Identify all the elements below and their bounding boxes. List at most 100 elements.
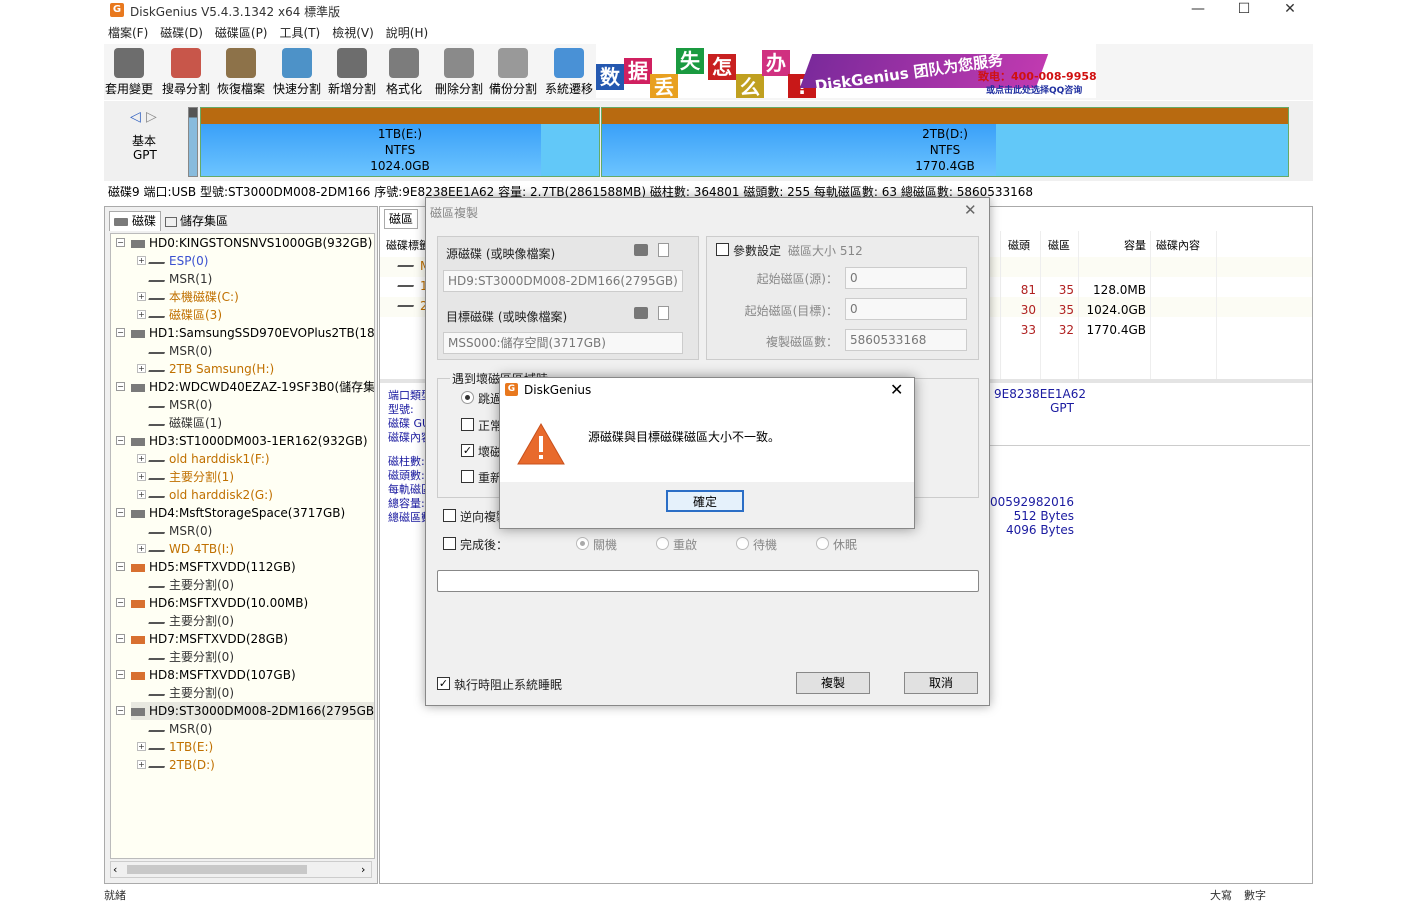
collapse-toggle[interactable]: − bbox=[116, 238, 125, 247]
target-disk-field[interactable]: MSS000:儲存空間(3717GB) bbox=[443, 332, 683, 354]
tree-partition-7[interactable]: 2TB Samsung(H:) bbox=[148, 360, 274, 378]
after-finish-checkbox[interactable] bbox=[443, 537, 456, 550]
toolbar-backup-button[interactable]: 備份分割 bbox=[488, 44, 538, 100]
tree-partition-19[interactable]: 主要分割(0) bbox=[148, 576, 234, 594]
tree-partition-1[interactable]: ESP(0) bbox=[148, 252, 208, 270]
menu-item-0[interactable]: 檔案(F) bbox=[108, 24, 148, 41]
tree-disk-26[interactable]: HD9:ST3000DM008-2DM166(2795GB bbox=[131, 702, 374, 720]
collapse-toggle[interactable]: − bbox=[116, 562, 125, 571]
tree-partition-25[interactable]: 主要分割(0) bbox=[148, 684, 234, 702]
expand-toggle[interactable]: + bbox=[137, 472, 146, 481]
dialog-close-button[interactable]: ✕ bbox=[964, 201, 977, 219]
expand-toggle[interactable]: + bbox=[137, 454, 146, 463]
maximize-button[interactable]: ☐ bbox=[1221, 0, 1267, 22]
tree-partition-12[interactable]: old harddisk1(F:) bbox=[148, 450, 270, 468]
collapse-toggle[interactable]: − bbox=[116, 436, 125, 445]
copy-button[interactable]: 複製 bbox=[796, 672, 870, 694]
expand-toggle[interactable]: + bbox=[137, 256, 146, 265]
toolbar-search-button[interactable]: 搜尋分割 bbox=[160, 44, 212, 100]
bad-checkbox[interactable]: ✓ bbox=[461, 444, 474, 457]
skip-radio[interactable] bbox=[461, 391, 474, 404]
menu-item-3[interactable]: 工具(T) bbox=[280, 24, 321, 41]
retry-checkbox[interactable] bbox=[461, 470, 474, 483]
expand-toggle[interactable]: + bbox=[137, 742, 146, 751]
tree-partition-28[interactable]: 1TB(E:) bbox=[148, 738, 213, 756]
menu-item-4[interactable]: 檢視(V) bbox=[332, 24, 374, 41]
tree-partition-6[interactable]: MSR(0) bbox=[148, 342, 212, 360]
toolbar-quick-partition-button[interactable]: 快速分割 bbox=[270, 44, 324, 100]
expand-toggle[interactable]: + bbox=[137, 364, 146, 373]
tree-disk-0[interactable]: HD0:KINGSTONSNVS1000GB(932GB) bbox=[131, 234, 372, 252]
ad-banner[interactable]: 数据丢失怎么办! DiskGenius 团队为您服务 致电：400-008-99… bbox=[596, 44, 1096, 98]
ok-button[interactable]: 確定 bbox=[666, 490, 744, 512]
select-disk-icon[interactable] bbox=[634, 244, 648, 256]
col-header-0[interactable]: 磁頭 bbox=[1008, 237, 1038, 253]
toolbar-recover-button[interactable]: 恢復檔案 bbox=[214, 44, 268, 100]
tree-partition-21[interactable]: 主要分割(0) bbox=[148, 612, 234, 630]
toolbar-new-partition-button[interactable]: 新增分割 bbox=[326, 44, 378, 100]
source-disk-field[interactable]: HD9:ST3000DM008-2DM166(2795GB) bbox=[443, 270, 683, 292]
msr-partition-block[interactable] bbox=[188, 107, 198, 177]
tree-disk-15[interactable]: HD4:MsftStorageSpace(3717GB) bbox=[131, 504, 345, 522]
toolbar-migrate-button[interactable]: 系統遷移 bbox=[544, 44, 594, 100]
expand-toggle[interactable]: + bbox=[137, 544, 146, 553]
tree-partition-2[interactable]: MSR(1) bbox=[148, 270, 212, 288]
tree-hscrollbar[interactable]: ‹ › bbox=[110, 861, 372, 878]
toolbar-delete-button[interactable]: 刪除分割 bbox=[434, 44, 484, 100]
start-source-field[interactable]: 0 bbox=[845, 267, 967, 289]
tree-partition-27[interactable]: MSR(0) bbox=[148, 720, 212, 738]
expand-toggle[interactable]: + bbox=[137, 292, 146, 301]
start-target-field[interactable]: 0 bbox=[845, 298, 967, 320]
toolbar-format-button[interactable]: 格式化 bbox=[382, 44, 426, 100]
scroll-right-icon[interactable]: › bbox=[361, 862, 365, 877]
normal-checkbox[interactable] bbox=[461, 418, 474, 431]
tab-storage-pool[interactable]: 儲存集區 bbox=[161, 213, 232, 231]
tree-partition-4[interactable]: 磁碟區(3) bbox=[148, 306, 222, 324]
collapse-toggle[interactable]: − bbox=[116, 382, 125, 391]
close-button[interactable]: ✕ bbox=[1267, 0, 1313, 22]
after-option-radio-1[interactable] bbox=[656, 537, 669, 550]
tree-disk-8[interactable]: HD2:WDCWD40EZAZ-19SF3B0(儲存集 bbox=[131, 378, 374, 396]
col-header-1[interactable]: 磁區 bbox=[1048, 237, 1078, 253]
tree-partition-13[interactable]: 主要分割(1) bbox=[148, 468, 234, 486]
select-image-file-icon[interactable] bbox=[658, 243, 669, 257]
message-box-close-button[interactable]: ✕ bbox=[890, 380, 903, 399]
tree-disk-22[interactable]: HD7:MSFTXVDD(28GB) bbox=[131, 630, 288, 648]
after-option-radio-2[interactable] bbox=[736, 537, 749, 550]
expand-toggle[interactable]: + bbox=[137, 310, 146, 319]
collapse-toggle[interactable]: − bbox=[116, 508, 125, 517]
tree-partition-23[interactable]: 主要分割(0) bbox=[148, 648, 234, 666]
after-option-radio-3[interactable] bbox=[816, 537, 829, 550]
toolbar-save-button[interactable]: 套用變更 bbox=[104, 44, 154, 100]
col-header-2[interactable]: 容量 bbox=[1086, 237, 1146, 253]
menu-item-2[interactable]: 磁碟區(P) bbox=[215, 24, 268, 41]
select-target-disk-icon[interactable] bbox=[634, 307, 648, 319]
tree-disk-24[interactable]: HD8:MSFTXVDD(107GB) bbox=[131, 666, 296, 684]
after-option-radio-0[interactable] bbox=[576, 537, 589, 550]
collapse-toggle[interactable]: − bbox=[116, 670, 125, 679]
tree-disk-11[interactable]: HD3:ST1000DM003-1ER162(932GB) bbox=[131, 432, 368, 450]
prevent-sleep-checkbox[interactable]: ✓ bbox=[437, 677, 450, 690]
collapse-toggle[interactable]: − bbox=[116, 598, 125, 607]
select-target-image-icon[interactable] bbox=[658, 306, 669, 320]
expand-toggle[interactable]: + bbox=[137, 490, 146, 499]
tree-disk-20[interactable]: HD6:MSFTXVDD(10.00MB) bbox=[131, 594, 308, 612]
reverse-copy-checkbox[interactable] bbox=[443, 509, 456, 522]
prev-disk-icon[interactable]: ◁ bbox=[130, 109, 141, 125]
tree-partition-9[interactable]: MSR(0) bbox=[148, 396, 212, 414]
collapse-toggle[interactable]: − bbox=[116, 328, 125, 337]
menu-item-5[interactable]: 說明(H) bbox=[386, 24, 428, 41]
tree-partition-10[interactable]: 磁碟區(1) bbox=[148, 414, 222, 432]
tree-disk-18[interactable]: HD5:MSFTXVDD(112GB) bbox=[131, 558, 296, 576]
tree-partition-14[interactable]: old harddisk2(G:) bbox=[148, 486, 273, 504]
menu-item-1[interactable]: 磁碟(D) bbox=[160, 24, 203, 41]
collapse-toggle[interactable]: − bbox=[116, 706, 125, 715]
tree-partition-16[interactable]: MSR(0) bbox=[148, 522, 212, 540]
minimize-button[interactable]: — bbox=[1175, 0, 1221, 22]
next-disk-icon[interactable]: ▷ bbox=[146, 109, 157, 125]
scroll-left-icon[interactable]: ‹ bbox=[113, 862, 117, 877]
tab-sectors[interactable]: 磁區 bbox=[384, 209, 419, 229]
copy-count-field[interactable]: 5860533168 bbox=[845, 329, 967, 351]
collapse-toggle[interactable]: − bbox=[116, 634, 125, 643]
tree-disk-5[interactable]: HD1:SamsungSSD970EVOPlus2TB(18 bbox=[131, 324, 374, 342]
